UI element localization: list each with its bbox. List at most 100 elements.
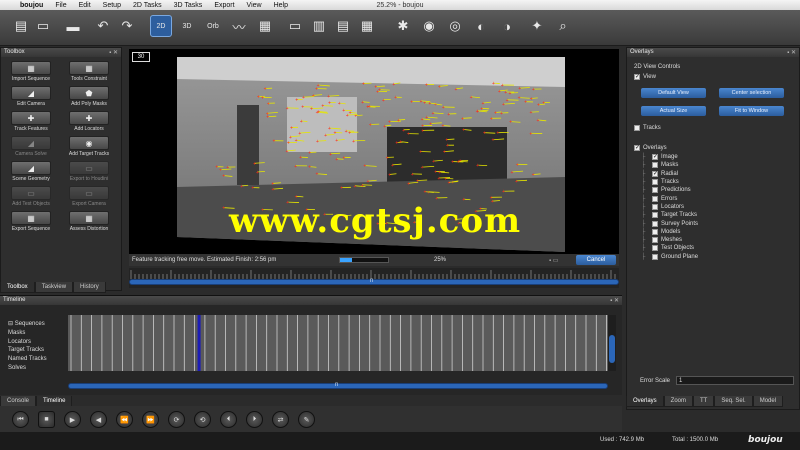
loop-forward-icon[interactable]: ⟳ (168, 411, 185, 428)
go-start-icon[interactable]: ⏮ (12, 411, 29, 428)
camera-orbit-icon[interactable]: ◐ (470, 15, 492, 37)
tool-export-sequence[interactable]: ▦ Export Sequence (4, 209, 58, 232)
tool-add-locators[interactable]: ✚ Add Locators (62, 109, 116, 132)
overlay-item-errors[interactable]: ├ Errors (641, 194, 745, 202)
overlay-checkbox[interactable] (652, 237, 658, 244)
overlay-checkbox[interactable] (652, 212, 658, 219)
menu-view[interactable]: View (241, 2, 268, 9)
tab-taskview[interactable]: Taskview (34, 282, 74, 293)
next-key-icon[interactable]: ⏵ (246, 411, 263, 428)
new-document-icon[interactable]: ▤ (10, 15, 32, 37)
tool-export-to-houdini[interactable]: ▭ Export to Houdini (62, 159, 116, 182)
cancel-button[interactable]: Cancel (576, 255, 616, 265)
timeline-hscroll[interactable]: n (68, 382, 608, 389)
layout-2-icon[interactable]: ▥ (308, 15, 330, 37)
overlay-checkbox[interactable]: ✓ (652, 154, 658, 161)
error-scale-input[interactable]: 1 (676, 376, 795, 385)
cycle-icon[interactable]: ⇄ (272, 411, 289, 428)
menu-2d-tasks[interactable]: 2D Tasks (127, 2, 168, 9)
tab-toolbox[interactable]: Toolbox (0, 282, 35, 293)
open-folder-icon[interactable]: ▭ (32, 15, 54, 37)
frame-ruler[interactable]: n (129, 268, 619, 288)
view-checkbox-row[interactable]: ✓ View (634, 74, 656, 80)
overlay-item-tracks[interactable]: ├ Tracks (641, 178, 745, 186)
timeline-vscroll-thumb[interactable] (609, 335, 615, 363)
play-reverse-icon[interactable]: ◀ (90, 411, 107, 428)
overlay-item-target-tracks[interactable]: ├ Target Tracks (641, 211, 745, 219)
graph-view-icon[interactable]: 〰 (228, 15, 250, 37)
view-orb-icon[interactable]: Orb (202, 15, 224, 37)
tool-add-poly-masks[interactable]: ⬟ Add Poly Masks (62, 84, 116, 107)
overlay-item-survey-points[interactable]: ├ Survey Points (641, 219, 745, 227)
overlay-checkbox[interactable] (652, 203, 658, 210)
overlay-checkbox[interactable] (652, 245, 658, 252)
menu-app[interactable]: boujou (14, 2, 49, 9)
view-toggle-icon[interactable]: ▪ ▭ (549, 257, 558, 264)
lens-icon[interactable]: ✦ (526, 15, 548, 37)
menu-help[interactable]: Help (268, 2, 294, 9)
overlay-checkbox[interactable] (652, 195, 658, 202)
tool-assess-distortion[interactable]: ▦ Assess Distortion (62, 209, 116, 232)
view-3d-icon[interactable]: 3D (176, 15, 198, 37)
tab-model[interactable]: Model (752, 396, 784, 407)
timeline-track-label[interactable]: Named Tracks (8, 355, 66, 364)
timeline-track-label[interactable]: Solves (8, 364, 66, 373)
current-frame-cursor[interactable] (197, 315, 201, 371)
view-2d-icon[interactable]: 2D (150, 15, 172, 37)
timeline-tracks[interactable] (68, 315, 608, 371)
panel-close-icon[interactable]: ▪ ✕ (109, 49, 118, 56)
camera-record-icon[interactable]: ◑ (496, 15, 518, 37)
undo-icon[interactable]: ↶ (92, 15, 114, 37)
menu-export[interactable]: Export (208, 2, 240, 9)
camera-film-icon[interactable]: ◎ (444, 15, 466, 37)
menu-setup[interactable]: Setup (97, 2, 127, 9)
timeline-vscroll[interactable] (608, 315, 616, 371)
magnifier-icon[interactable]: ⌕ (552, 15, 574, 37)
overlay-checkbox[interactable] (652, 179, 658, 186)
tab-history[interactable]: History (73, 282, 106, 293)
overlay-item-meshes[interactable]: ├ Meshes (641, 236, 745, 244)
overlay-item-ground-plane[interactable]: ├ Ground Plane (641, 253, 745, 261)
tab-overlays[interactable]: Overlays (626, 396, 664, 407)
menu-3d-tasks[interactable]: 3D Tasks (168, 2, 209, 9)
step-forward-icon[interactable]: ⏩ (142, 411, 159, 428)
overlays-checkbox[interactable]: ✓ (634, 145, 640, 151)
overlay-checkbox[interactable] (652, 253, 658, 260)
overlay-item-masks[interactable]: ├ Masks (641, 161, 745, 169)
overlay-item-predictions[interactable]: ├ Predictions (641, 186, 745, 194)
tab-seq-sel-[interactable]: Seq. Sel. (714, 396, 753, 407)
timeline-track-label[interactable]: ⊟ Sequences (8, 320, 66, 329)
menu-file[interactable]: File (49, 2, 72, 9)
grid-view-icon[interactable]: ▦ (254, 15, 276, 37)
timeline-track-label[interactable]: Target Tracks (8, 346, 66, 355)
pin-icon[interactable]: ✎ (298, 411, 315, 428)
layout-1-icon[interactable]: ▭ (284, 15, 306, 37)
prev-key-icon[interactable]: ⏴ (220, 411, 237, 428)
overlays-row[interactable]: ✓ Overlays (634, 145, 667, 151)
step-back-icon[interactable]: ⏪ (116, 411, 133, 428)
timeline-track-label[interactable]: Locators (8, 338, 66, 347)
camera-track-icon[interactable]: ◉ (418, 15, 440, 37)
overlay-checkbox[interactable] (652, 187, 658, 194)
tool-edit-camera[interactable]: ◢ Edit Camera (4, 84, 58, 107)
overlays-close-icon[interactable]: ▪ ✕ (787, 49, 796, 56)
tool-export-camera[interactable]: ▭ Export Camera (62, 184, 116, 207)
view-checkbox[interactable]: ✓ (634, 74, 640, 80)
tool-import-sequence[interactable]: ▦ Import Sequence (4, 59, 58, 82)
timeline-track-label[interactable]: Masks (8, 329, 66, 338)
overlay-item-test-objects[interactable]: ├ Test Objects (641, 244, 745, 252)
camera-solve-icon[interactable]: ✱ (392, 15, 414, 37)
overlay-checkbox[interactable]: ✓ (652, 170, 658, 177)
tool-track-features[interactable]: ✚ Track Features (4, 109, 58, 132)
tool-scene-geometry[interactable]: ◢ Scene Geometry (4, 159, 58, 182)
overlay-item-locators[interactable]: ├ Locators (641, 203, 745, 211)
fit-to-window-button[interactable]: Fit to Window (719, 106, 784, 116)
menu-edit[interactable]: Edit (73, 2, 97, 9)
tab-zoom[interactable]: Zoom (663, 396, 694, 407)
layout-3-icon[interactable]: ▤ (332, 15, 354, 37)
overlay-checkbox[interactable] (652, 220, 658, 227)
actual-size-button[interactable]: Actual Size (641, 106, 706, 116)
overlay-checkbox[interactable] (652, 162, 658, 169)
loop-back-icon[interactable]: ⟲ (194, 411, 211, 428)
default-view-button[interactable]: Default View (641, 88, 706, 98)
